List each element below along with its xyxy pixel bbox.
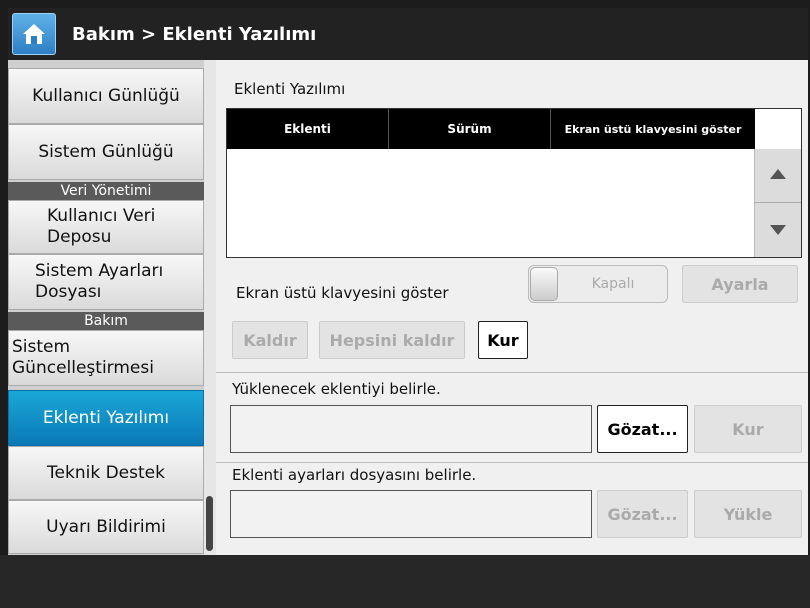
- keyboard-toggle[interactable]: Kapalı: [528, 265, 668, 303]
- sidebar-item-label: Sistem Ayarları: [35, 261, 164, 281]
- page-title: Bakım > Eklenti Yazılımı: [72, 23, 317, 45]
- main-panel: Eklenti Yazılımı Eklenti Sürüm Ekran üst…: [216, 60, 808, 555]
- upload-file-field[interactable]: [230, 405, 592, 453]
- app-window: Bakım > Eklenti Yazılımı Kullanıcı Günlü…: [0, 0, 810, 608]
- divider: [216, 372, 808, 373]
- sidebar-item-tech-support[interactable]: Teknik Destek: [8, 446, 204, 500]
- sidebar-item-user-log[interactable]: Kullanıcı Günlüğü: [8, 68, 204, 124]
- toggle-knob: [530, 267, 558, 301]
- sidebar-scroll-thumb[interactable]: [206, 496, 213, 551]
- sidebar-item-label: Dosyası: [35, 282, 102, 302]
- sidebar-item-label: Teknik Destek: [47, 463, 165, 483]
- sidebar-item-alert-notification[interactable]: Uyarı Bildirimi: [8, 500, 204, 554]
- settings-file-label: Eklenti ayarları dosyasını belirle.: [232, 466, 477, 484]
- sidebar-item-label: Kullanıcı Günlüğü: [32, 86, 180, 106]
- section-title: Eklenti Yazılımı: [234, 80, 346, 98]
- sidebar: Kullanıcı Günlüğü Sistem Günlüğü Veri Yö…: [8, 60, 204, 555]
- load-button[interactable]: Yükle: [694, 490, 802, 538]
- sidebar-item-label: Güncelleştirmesi: [12, 358, 154, 378]
- column-header-show-keyboard: Ekran üstü klavyesini göster: [564, 122, 742, 136]
- column-header-version: Sürüm: [389, 109, 551, 149]
- keyboard-label: Ekran üstü klavyesini göster: [236, 284, 449, 302]
- sidebar-header-data-management: Veri Yönetimi: [8, 182, 204, 200]
- column-header-addon: Eklenti: [227, 109, 389, 149]
- toggle-state-label: Kapalı: [591, 276, 635, 292]
- sidebar-scrollbar[interactable]: [204, 60, 216, 555]
- scroll-down-icon[interactable]: [770, 225, 786, 235]
- bottom-bar: [0, 555, 810, 608]
- sidebar-item-system-log[interactable]: Sistem Günlüğü: [8, 124, 204, 180]
- sidebar-item-label: Sistem: [12, 337, 71, 357]
- home-button[interactable]: [12, 13, 56, 55]
- settings-browse-button[interactable]: Gözat...: [597, 490, 688, 538]
- upload-label: Yüklenecek eklentiyi belirle.: [232, 380, 441, 398]
- sidebar-item-system-update[interactable]: Sistem Güncelleştirmesi: [8, 330, 204, 386]
- content-area: Kullanıcı Günlüğü Sistem Günlüğü Veri Yö…: [8, 60, 808, 555]
- home-icon: [23, 24, 45, 44]
- remove-button[interactable]: Kaldır: [232, 321, 308, 359]
- table-scrollbar: [754, 149, 801, 257]
- sidebar-item-label: Kullanıcı Veri: [47, 206, 156, 226]
- sidebar-item-label: Deposu: [47, 227, 112, 247]
- sidebar-item-user-data[interactable]: Kullanıcı Veri Deposu: [8, 200, 204, 254]
- addon-table: Eklenti Sürüm Ekran üstü klavyesini göst…: [226, 108, 802, 258]
- configure-button[interactable]: Ayarla: [682, 265, 798, 303]
- remove-all-button[interactable]: Hepsini kaldır: [319, 321, 465, 359]
- table-header: Eklenti Sürüm Ekran üstü klavyesini göst…: [227, 109, 755, 149]
- browse-button[interactable]: Gözat...: [597, 405, 688, 453]
- scroll-up-icon[interactable]: [770, 169, 786, 179]
- sidebar-item-settings-file[interactable]: Sistem Ayarları Dosyası: [8, 254, 204, 310]
- install-button[interactable]: Kur: [478, 321, 528, 359]
- scroll-divider: [755, 202, 801, 203]
- sidebar-item-addon-software[interactable]: Eklenti Yazılımı: [8, 390, 204, 446]
- divider: [216, 462, 808, 463]
- sidebar-header-maintenance: Bakım: [8, 312, 204, 330]
- sidebar-item-label: Uyarı Bildirimi: [46, 517, 166, 537]
- sidebar-item-label: Sistem Günlüğü: [38, 142, 174, 162]
- title-bar: Bakım > Eklenti Yazılımı: [8, 8, 808, 60]
- upload-install-button[interactable]: Kur: [694, 405, 802, 453]
- settings-file-field[interactable]: [230, 490, 592, 538]
- sidebar-item-label: Eklenti Yazılımı: [42, 408, 170, 428]
